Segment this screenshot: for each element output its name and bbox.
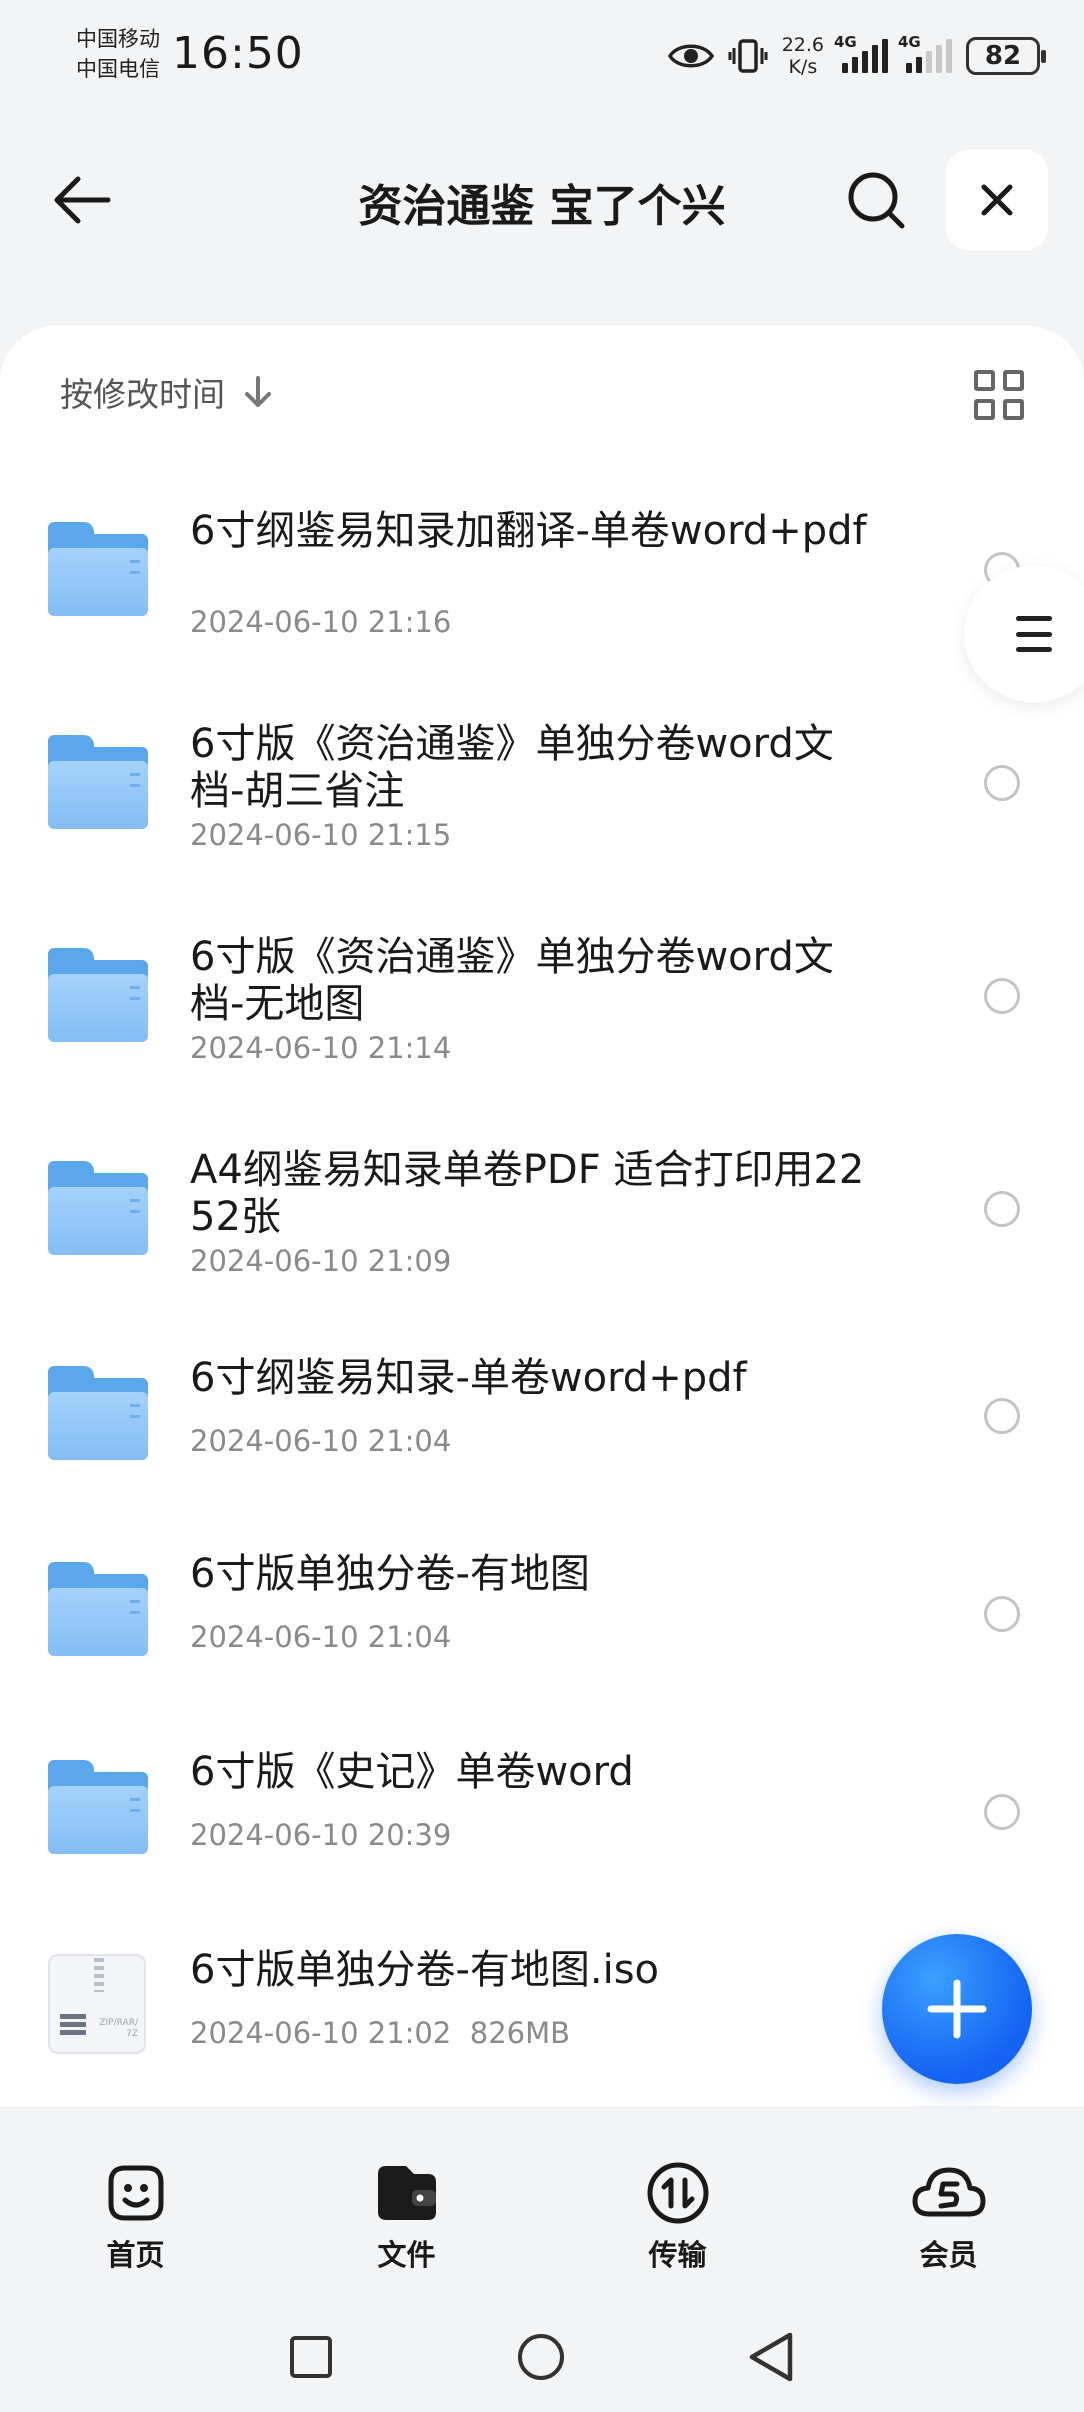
arrow-down-icon bbox=[245, 376, 271, 407]
list-item[interactable]: A4纲鉴易知录单卷PDF 适合打印用2252张 2024-06-10 21:09 bbox=[0, 1105, 1084, 1318]
file-date: 2024-06-10 20:39 bbox=[190, 1818, 452, 1852]
nav-transfer[interactable]: 传输 bbox=[542, 2130, 813, 2280]
file-size: 826MB bbox=[469, 2016, 571, 2050]
file-list: 6寸纲鉴易知录加翻译-单卷word+pdf 2024-06-10 21:16 6… bbox=[0, 466, 1084, 2110]
grid-icon bbox=[974, 370, 995, 391]
file-date: 2024-06-10 21:04 bbox=[190, 1620, 452, 1654]
close-icon bbox=[981, 184, 1013, 216]
carrier-1: 中国移动 bbox=[76, 27, 160, 51]
nav-label: 会员 bbox=[919, 2238, 978, 2272]
select-radio[interactable] bbox=[984, 1596, 1020, 1632]
folder-icon bbox=[48, 1161, 148, 1257]
nav-label: 文件 bbox=[377, 2238, 436, 2272]
status-bar: 中国移动 中国电信 16:50 22.6 K/s 4G 4G 82 bbox=[0, 0, 1084, 110]
file-list-panel: 按修改时间 6寸纲鉴易知录加翻译-单卷word+pdf 2024-06-10 2… bbox=[0, 326, 1084, 2106]
grid-view-button[interactable] bbox=[974, 370, 1024, 420]
eye-icon bbox=[667, 44, 714, 68]
folder-icon bbox=[48, 1760, 148, 1856]
cloud-vip-icon bbox=[912, 2167, 985, 2217]
list-item[interactable]: 6寸纲鉴易知录-单卷word+pdf 2024-06-10 21:04 bbox=[0, 1318, 1084, 1516]
select-radio[interactable] bbox=[984, 765, 1020, 801]
smiley-icon bbox=[108, 2165, 163, 2221]
nav-label: 首页 bbox=[106, 2238, 165, 2272]
folder-icon bbox=[48, 522, 148, 618]
folder-icon bbox=[48, 1562, 148, 1658]
archive-file-icon: ZIP/RAR/ 7Z bbox=[48, 1954, 146, 2054]
nav-vip[interactable]: 会员 bbox=[813, 2130, 1084, 2280]
file-date: 2024-06-10 21:14 bbox=[190, 1031, 452, 1065]
vibrate-icon bbox=[728, 39, 768, 73]
file-date: 2024-06-10 21:15 bbox=[190, 818, 452, 852]
file-name: 6寸版《资治通鉴》单独分卷word文档-无地图 bbox=[190, 934, 834, 1027]
status-icons: 22.6 K/s 4G 4G 82 bbox=[667, 30, 1046, 82]
select-radio[interactable] bbox=[984, 1191, 1020, 1227]
top-bar: 资治通鉴 宝了个兴 bbox=[0, 140, 1084, 260]
file-date: 2024-06-10 21:16 bbox=[190, 605, 452, 639]
list-item[interactable]: 6寸版《资治通鉴》单独分卷word文档-胡三省注 2024-06-10 21:1… bbox=[0, 679, 1084, 892]
list-item[interactable]: 6寸版《资治通鉴》单独分卷word文档-无地图 2024-06-10 21:14 bbox=[0, 892, 1084, 1105]
list-item[interactable]: 6寸纲鉴易知录加翻译-单卷word+pdf 2024-06-10 21:16 bbox=[0, 466, 1084, 679]
recent-apps-button[interactable] bbox=[290, 2336, 332, 2378]
bottom-nav: 首页 文件 传输 会员 bbox=[0, 2130, 1084, 2280]
file-name: 6寸纲鉴易知录加翻译-单卷word+pdf bbox=[190, 508, 867, 554]
search-button[interactable] bbox=[838, 162, 914, 238]
list-item[interactable]: 6寸版《史记》单卷word 2024-06-10 20:39 bbox=[0, 1714, 1084, 1912]
nav-label: 传输 bbox=[648, 2238, 707, 2272]
signal-sim2-icon: 4G bbox=[898, 33, 952, 73]
folder-icon bbox=[48, 948, 148, 1044]
file-name: 6寸版《资治通鉴》单独分卷word文档-胡三省注 bbox=[190, 721, 834, 814]
page-title: 资治通鉴 宝了个兴 bbox=[358, 181, 726, 232]
file-name: 6寸版单独分卷-有地图 bbox=[190, 1551, 590, 1597]
file-date: 2024-06-10 21:09 bbox=[190, 1244, 452, 1278]
carrier-names: 中国移动 中国电信 bbox=[76, 24, 160, 84]
select-radio[interactable] bbox=[984, 978, 1020, 1014]
file-name: 6寸纲鉴易知录-单卷word+pdf bbox=[190, 1355, 747, 1401]
file-date-size: 2024-06-10 21:02 826MB bbox=[190, 2016, 570, 2050]
carrier-2: 中国电信 bbox=[76, 57, 160, 81]
wallet-folder-icon bbox=[377, 2166, 436, 2220]
transfer-icon bbox=[647, 2162, 708, 2224]
file-date: 2024-06-10 21:04 bbox=[190, 1424, 452, 1458]
search-icon bbox=[848, 172, 905, 229]
select-radio[interactable] bbox=[984, 1794, 1020, 1830]
clock: 16:50 bbox=[172, 28, 304, 79]
system-nav-bar bbox=[0, 2300, 1084, 2412]
net-speed: 22.6 K/s bbox=[781, 34, 824, 78]
file-name: 6寸版单独分卷-有地图.iso bbox=[190, 1947, 660, 1993]
battery-icon: 82 bbox=[966, 37, 1046, 75]
folder-icon bbox=[48, 735, 148, 831]
select-radio[interactable] bbox=[984, 1398, 1020, 1434]
add-button[interactable] bbox=[882, 1934, 1032, 2084]
list-item[interactable]: 6寸版单独分卷-有地图 2024-06-10 21:04 bbox=[0, 1516, 1084, 1714]
signal-sim1-icon: 4G bbox=[834, 33, 888, 73]
sort-button[interactable]: 按修改时间 bbox=[60, 368, 273, 416]
sort-label: 按修改时间 bbox=[60, 375, 225, 414]
nav-files[interactable]: 文件 bbox=[271, 2130, 542, 2280]
nav-home[interactable]: 首页 bbox=[0, 2130, 271, 2280]
file-name: 6寸版《史记》单卷word bbox=[190, 1749, 634, 1795]
close-button[interactable] bbox=[946, 150, 1048, 250]
folder-icon bbox=[48, 1366, 148, 1462]
archive-icon-label: ZIP/RAR/ 7Z bbox=[99, 2018, 138, 2039]
file-name: A4纲鉴易知录单卷PDF 适合打印用2252张 bbox=[190, 1147, 865, 1240]
back-triangle-icon[interactable] bbox=[746, 2330, 796, 2384]
menu-icon bbox=[1016, 616, 1052, 652]
home-button[interactable] bbox=[518, 2334, 564, 2380]
plus-icon bbox=[927, 1979, 987, 2039]
file-date: 2024-06-10 21:02 bbox=[190, 2016, 452, 2050]
